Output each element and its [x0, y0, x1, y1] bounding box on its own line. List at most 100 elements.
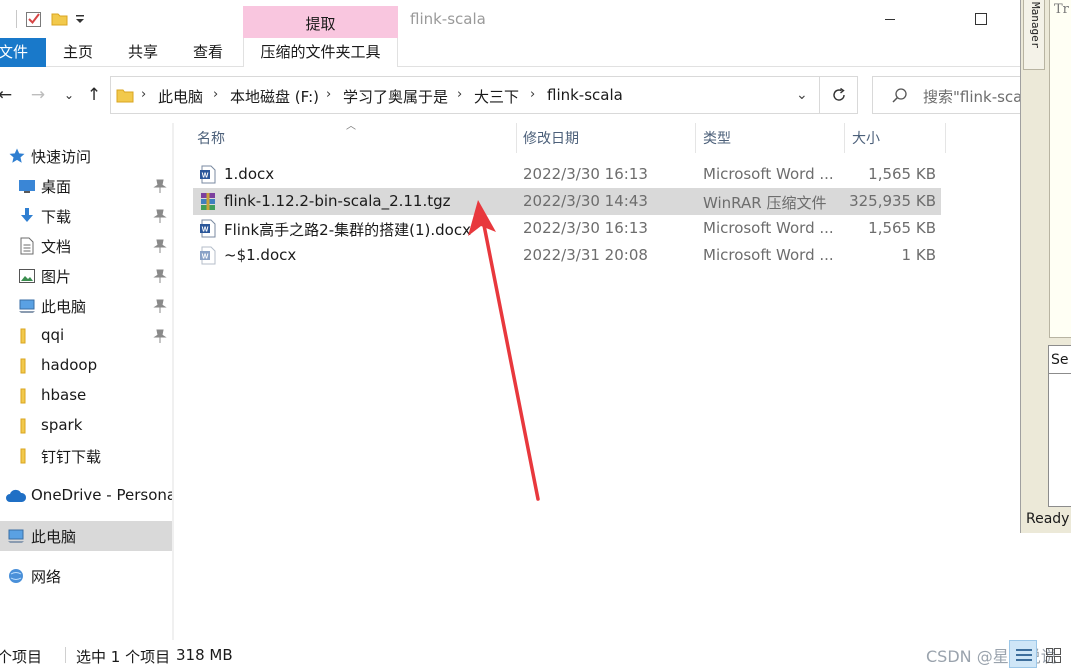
file-type: WinRAR 压缩文件 — [703, 194, 827, 212]
tab-home[interactable]: 主页 — [63, 38, 93, 67]
text-panel-content: Tr — [1054, 2, 1069, 17]
minimize-icon[interactable] — [880, 9, 900, 29]
sidebar-item-hadoop[interactable]: hadoop — [0, 351, 172, 381]
title-bar: 提取 flink-scala — [0, 0, 1020, 38]
large-icons-view-button[interactable] — [1039, 641, 1067, 669]
sidebar-item-label: hbase — [41, 386, 87, 404]
file-name: 1.docx — [224, 165, 275, 183]
manager-tab[interactable]: Manager — [1023, 0, 1045, 70]
sidebar-item-onedrive[interactable]: OneDrive - Persona — [0, 481, 172, 511]
breadcrumb-flink-scala[interactable]: flink-scala — [547, 86, 623, 104]
properties-checkbox-icon[interactable] — [24, 9, 44, 29]
tab-compressed-folder-tools[interactable]: 压缩的文件夹工具 — [243, 38, 398, 67]
sidebar-item-dingtalk-downloads[interactable]: 钉钉下载 — [0, 441, 172, 471]
sidebar-item-this-pc-pinned[interactable]: 此电脑 — [0, 291, 172, 321]
breadcrumb-separator: › — [141, 87, 147, 102]
pin-icon — [153, 329, 167, 343]
details-view-icon — [1016, 649, 1032, 661]
breadcrumb-separator: › — [457, 87, 463, 102]
column-divider[interactable] — [516, 123, 517, 153]
sidebar-item-label: 此电脑 — [41, 298, 87, 316]
address-bar[interactable]: › 此电脑 › 本地磁盘 (F:) › 学习了奥属于是 › 大三下 › flin… — [110, 76, 820, 114]
forward-icon[interactable]: → — [29, 86, 47, 104]
winrar-archive-icon — [201, 193, 215, 210]
search-icon — [892, 88, 907, 103]
tab-file[interactable]: 文件 — [0, 38, 46, 67]
details-view-button[interactable] — [1009, 640, 1037, 668]
sort-ascending-icon: ︿ — [346, 121, 356, 132]
sidebar-item-quick-access[interactable]: 快速访问 — [0, 141, 172, 171]
pictures-icon — [19, 269, 35, 283]
up-icon[interactable]: ↑ — [85, 86, 103, 104]
sidebar-item-documents[interactable]: 文档 — [0, 231, 172, 261]
text-panel[interactable]: Tr — [1049, 0, 1071, 338]
sidebar-item-pictures[interactable]: 图片 — [0, 261, 172, 291]
file-size: 325,935 KB — [849, 192, 936, 210]
sidebar-item-label: spark — [41, 416, 83, 434]
sidebar-item-network[interactable]: 网络 — [0, 561, 172, 591]
navigation-pane-divider[interactable] — [172, 123, 174, 640]
tab-share[interactable]: 共享 — [128, 38, 158, 67]
session-panel-title: Se — [1051, 352, 1069, 368]
file-name: ~$1.docx — [224, 246, 297, 264]
sidebar-item-desktop[interactable]: 桌面 — [0, 171, 172, 201]
recent-locations-icon[interactable]: ⌄ — [60, 86, 78, 104]
column-header-type[interactable]: 类型 — [703, 128, 731, 148]
folder-icon — [20, 418, 26, 434]
search-box[interactable]: 搜索"flink-scala" — [872, 76, 1020, 114]
file-type: Microsoft Word ... — [703, 219, 834, 237]
column-header-name[interactable]: 名称 — [197, 128, 225, 148]
breadcrumb-this-pc[interactable]: 此电脑 — [158, 86, 203, 107]
sidebar-item-label: 此电脑 — [31, 528, 77, 546]
computer-icon — [8, 529, 24, 543]
file-row[interactable]: W 1.docx 2022/3/30 16:13 Microsoft Word … — [193, 161, 941, 188]
pin-icon — [153, 209, 167, 223]
file-type: Microsoft Word ... — [703, 246, 834, 264]
session-panel-header: Se — [1049, 346, 1071, 374]
column-divider[interactable] — [945, 123, 946, 153]
refresh-button[interactable] — [820, 76, 858, 114]
file-row[interactable]: W ~$1.docx 2022/3/31 20:08 Microsoft Wor… — [193, 242, 941, 269]
sidebar-item-qqi[interactable]: qqi — [0, 321, 172, 351]
sidebar-item-label: 网络 — [31, 568, 62, 586]
customize-toolbar-icon[interactable] — [70, 9, 90, 29]
tab-view[interactable]: 查看 — [193, 38, 223, 67]
sidebar-item-hbase[interactable]: hbase — [0, 381, 172, 411]
word-document-icon: W — [200, 165, 216, 184]
back-icon[interactable]: ← — [0, 86, 14, 104]
column-divider[interactable] — [844, 123, 845, 153]
sidebar-item-spark[interactable]: spark — [0, 411, 172, 441]
extract-tab[interactable]: 提取 — [243, 13, 398, 34]
file-type: Microsoft Word ... — [703, 165, 834, 183]
breadcrumb-study-folder[interactable]: 学习了奥属于是 — [343, 86, 448, 107]
status-divider — [65, 647, 66, 663]
folder-icon — [20, 448, 26, 464]
column-header-date[interactable]: 修改日期 — [523, 128, 579, 148]
ribbon-tabs: 文件 主页 共享 查看 压缩的文件夹工具 — [0, 38, 1020, 67]
session-panel[interactable]: Se — [1048, 345, 1071, 507]
sidebar-item-this-pc[interactable]: 此电脑 — [0, 521, 172, 551]
breadcrumb-junior-term[interactable]: 大三下 — [474, 86, 519, 107]
file-row[interactable]: W Flink高手之路2-集群的搭建(1).docx 2022/3/30 16:… — [193, 215, 941, 242]
svg-text:W: W — [202, 254, 209, 261]
refresh-icon — [833, 87, 845, 101]
star-icon — [9, 148, 25, 163]
sidebar-item-label: hadoop — [41, 356, 98, 374]
column-divider[interactable] — [695, 123, 696, 153]
navigation-bar: ← → ⌄ ↑ › 此电脑 › 本地磁盘 (F:) › 学习了奥属于是 › 大三… — [0, 67, 1020, 123]
address-dropdown-icon[interactable]: ⌄ — [796, 87, 808, 103]
ready-status: Ready — [1026, 511, 1070, 527]
svg-text:W: W — [202, 173, 209, 180]
background-app-window: Manager Tr Se Ready — [1020, 0, 1071, 533]
selection-size: 318 MB — [176, 646, 233, 664]
column-header-size[interactable]: 大小 — [852, 128, 880, 148]
file-date: 2022/3/30 16:13 — [523, 219, 648, 237]
manager-tab-label: Manager — [1029, 2, 1042, 49]
quick-access-separator — [16, 10, 17, 28]
new-folder-icon[interactable] — [50, 9, 70, 29]
breadcrumb-local-disk[interactable]: 本地磁盘 (F:) — [230, 86, 319, 107]
breadcrumb-separator: › — [530, 87, 536, 102]
sidebar-item-downloads[interactable]: 下载 — [0, 201, 172, 231]
file-row-selected[interactable]: flink-1.12.2-bin-scala_2.11.tgz 2022/3/3… — [193, 188, 941, 215]
maximize-icon[interactable] — [971, 9, 991, 29]
